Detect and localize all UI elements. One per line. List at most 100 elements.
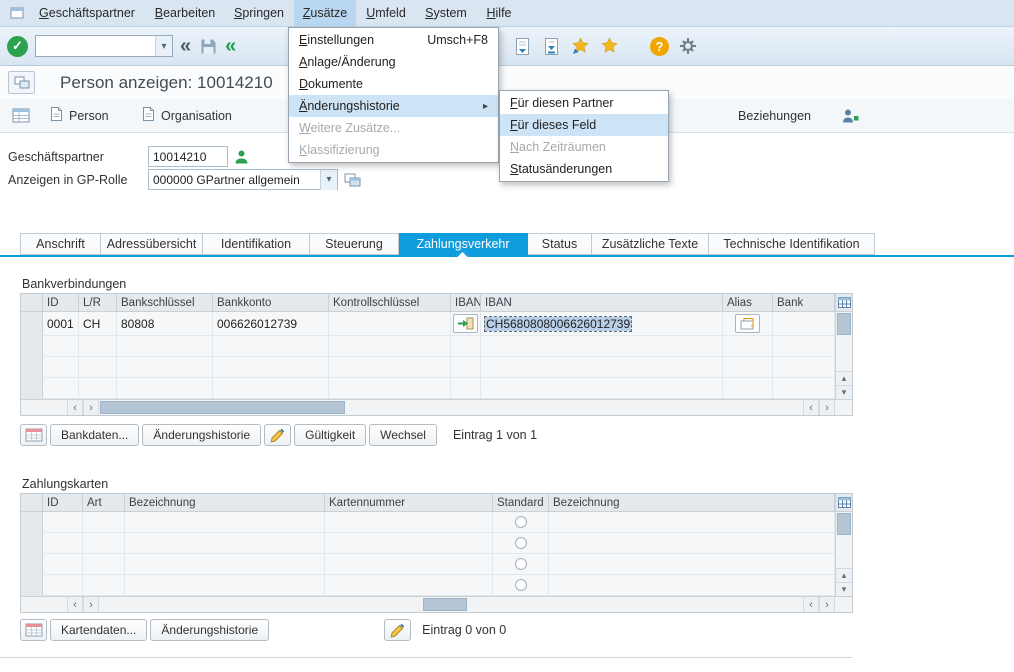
standard-radio[interactable]	[515, 516, 527, 528]
standard-radio[interactable]	[515, 537, 527, 549]
menubar-item-geschaeftspartner[interactable]: Geschäftspartner	[28, 0, 146, 27]
submenu-item-fuer-diesen-partner[interactable]: Für diesen Partner	[500, 92, 668, 114]
menubar-item-springen[interactable]: Springen	[224, 0, 294, 27]
window-menu-icon[interactable]	[6, 3, 28, 23]
back-icon[interactable]: «	[180, 36, 191, 56]
alias-button[interactable]	[735, 314, 760, 333]
row-selector[interactable]	[21, 357, 43, 378]
relationships-person-icon[interactable]	[842, 99, 859, 132]
page-down-icon[interactable]	[512, 35, 532, 57]
scroll-up-icon[interactable]: ▴	[836, 371, 852, 385]
enter-check-icon[interactable]: ✓	[7, 36, 28, 57]
bank-horizontal-scrollbar: ‹ › ‹ ›	[21, 399, 852, 415]
menubar-item-system[interactable]: System	[416, 0, 476, 27]
scroll-up-icon[interactable]: ▴	[836, 568, 852, 582]
row-selector-header[interactable]	[21, 294, 43, 312]
menubar-item-bearbeiten[interactable]: Bearbeiten	[146, 0, 224, 27]
menubar-item-zusaetze[interactable]: Zusätze	[294, 0, 356, 27]
save-icon[interactable]	[198, 35, 218, 57]
exit-icon[interactable]: «	[225, 36, 236, 56]
scrollbar-thumb[interactable]	[423, 598, 467, 611]
scroll-left-icon[interactable]: ‹	[67, 597, 83, 612]
command-field[interactable]	[36, 36, 155, 56]
chevron-down-icon[interactable]: ▾	[155, 36, 172, 56]
iban-detail-button[interactable]	[453, 314, 478, 333]
scroll-down-icon[interactable]: ▾	[836, 385, 852, 399]
cell-kontrollschluessel[interactable]	[329, 312, 451, 336]
scroll-left-icon[interactable]: ‹	[67, 400, 83, 415]
standard-radio[interactable]	[515, 579, 527, 591]
scroll-left-icon[interactable]: ‹	[803, 400, 819, 415]
services-overview-icon[interactable]	[8, 71, 35, 94]
cell-bankkonto[interactable]: 006626012739	[213, 312, 329, 336]
tab-steuerung[interactable]: Steuerung	[310, 233, 399, 255]
tab-anschrift[interactable]: Anschrift	[20, 233, 101, 255]
partner-input[interactable]: 10014210	[148, 146, 228, 167]
table-settings-icon[interactable]	[836, 494, 852, 512]
cell-lr[interactable]: CH	[79, 312, 117, 336]
cards-aenderungshistorie-button[interactable]: Änderungshistorie	[150, 619, 269, 641]
bank-row-empty	[21, 336, 835, 357]
tab-status[interactable]: Status	[528, 233, 592, 255]
tab-technische-identifikation[interactable]: Technische Identifikation	[709, 233, 875, 255]
row-selector[interactable]	[21, 312, 43, 336]
wechsel-button[interactable]: Wechsel	[369, 424, 437, 446]
role-field-row: Anzeigen in GP-Rolle 000000 GPartner all…	[8, 169, 361, 190]
menu-item-anlage-aenderung[interactable]: Anlage/Änderung	[289, 51, 498, 73]
tab-identifikation[interactable]: Identifikation	[203, 233, 310, 255]
submenu-item-statusaenderungen[interactable]: Statusänderungen	[500, 158, 668, 180]
worklist-icon[interactable]	[12, 99, 30, 132]
bankdaten-button[interactable]: Bankdaten...	[50, 424, 139, 446]
favorites-star-icon[interactable]	[599, 35, 619, 57]
standard-radio[interactable]	[515, 558, 527, 570]
gueltigkeit-button[interactable]: Gültigkeit	[294, 424, 366, 446]
row-selector[interactable]	[21, 378, 43, 399]
menubar-item-hilfe[interactable]: Hilfe	[476, 0, 522, 27]
scrollbar-thumb[interactable]	[837, 313, 851, 335]
cards-table-entries-icon-button[interactable]	[20, 619, 47, 641]
highlight-changes-icon-button[interactable]	[384, 619, 411, 641]
page-last-icon[interactable]	[541, 35, 561, 57]
kartendaten-button[interactable]: Kartendaten...	[50, 619, 147, 641]
scrollbar-thumb[interactable]	[100, 401, 345, 414]
highlight-changes-icon-button[interactable]	[264, 424, 291, 446]
help-icon[interactable]: ?	[650, 37, 669, 56]
menubar-item-umfeld[interactable]: Umfeld	[356, 0, 416, 27]
row-selector[interactable]	[21, 554, 43, 575]
customize-gear-icon[interactable]	[678, 35, 698, 57]
role-select[interactable]: 000000 GPartner allgemein ▾	[148, 169, 338, 190]
scroll-right-icon[interactable]: ›	[83, 400, 99, 415]
cell-iban[interactable]: CH5680808006626012739	[481, 312, 723, 336]
cell-id[interactable]: 0001	[43, 312, 79, 336]
organisation-button[interactable]: Organisation	[142, 99, 232, 132]
menu-item-dokumente[interactable]: Dokumente	[289, 73, 498, 95]
person-button[interactable]: Person	[50, 99, 109, 132]
tab-zusaetzliche-texte[interactable]: Zusätzliche Texte	[592, 233, 709, 255]
beziehungen-button[interactable]: Beziehungen	[738, 99, 811, 132]
scroll-right-icon[interactable]: ›	[819, 400, 835, 415]
cards-section-title: Zahlungskarten	[22, 477, 108, 491]
menu-item-aenderungshistorie[interactable]: Änderungshistorie ▸	[289, 95, 498, 117]
row-selector[interactable]	[21, 512, 43, 533]
scroll-right-icon[interactable]: ›	[83, 597, 99, 612]
scroll-down-icon[interactable]: ▾	[836, 582, 852, 596]
tab-adressuebersicht[interactable]: Adressübersicht	[101, 233, 203, 255]
bank-table-entries-icon-button[interactable]	[20, 424, 47, 446]
scroll-right-icon[interactable]: ›	[819, 597, 835, 612]
scroll-left-icon[interactable]: ‹	[803, 597, 819, 612]
cell-bank[interactable]	[773, 312, 835, 336]
cell-bankschluessel[interactable]: 80808	[117, 312, 213, 336]
gp-roles-icon[interactable]	[344, 173, 361, 187]
create-shortcut-icon[interactable]	[570, 35, 590, 57]
row-selector-header[interactable]	[21, 494, 43, 512]
menu-item-einstellungen[interactable]: Einstellungen Umsch+F8	[289, 29, 498, 51]
table-settings-icon[interactable]	[836, 294, 852, 312]
row-selector[interactable]	[21, 575, 43, 596]
chevron-down-icon[interactable]: ▾	[320, 170, 337, 190]
row-selector[interactable]	[21, 336, 43, 357]
scrollbar-thumb[interactable]	[837, 513, 851, 535]
iban-selected-value: CH5680808006626012739	[485, 317, 631, 331]
row-selector[interactable]	[21, 533, 43, 554]
submenu-item-fuer-dieses-feld[interactable]: Für dieses Feld	[500, 114, 668, 136]
bank-aenderungshistorie-button[interactable]: Änderungshistorie	[142, 424, 261, 446]
